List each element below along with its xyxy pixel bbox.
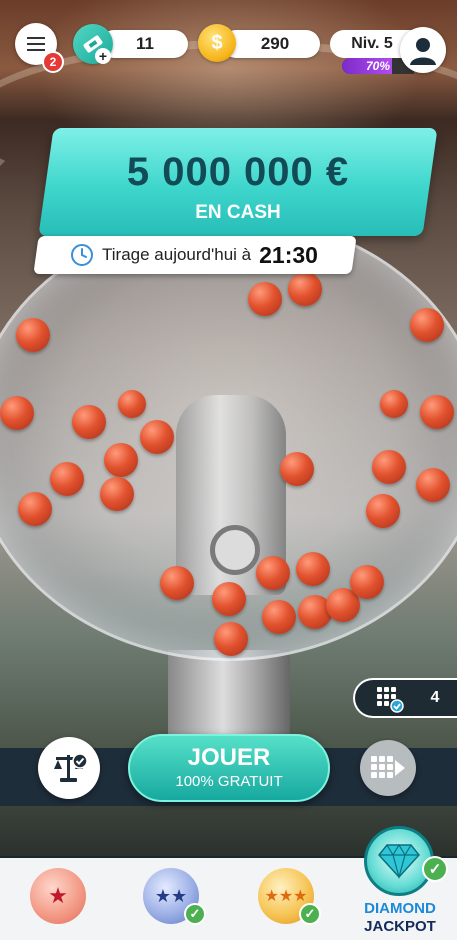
lottery-ball [212, 582, 246, 616]
check-icon: ✓ [299, 903, 321, 925]
lottery-ball [280, 452, 314, 486]
check-icon: ✓ [422, 856, 448, 882]
lottery-ball [140, 420, 174, 454]
hamburger-icon [27, 33, 45, 55]
one-star-ball-icon[interactable]: ★ [30, 868, 86, 924]
jackpot-label: JACKPOT [364, 918, 436, 935]
coin-icon: $ [198, 24, 236, 62]
diamond-label: DIAMOND [364, 900, 436, 917]
lottery-ball [50, 462, 84, 496]
draw-label: Tirage aujourd'hui à [102, 245, 252, 264]
lottery-ball [350, 565, 384, 599]
avatar[interactable] [400, 27, 446, 73]
lottery-ball [416, 468, 450, 502]
lottery-ball [16, 318, 50, 352]
grid-icon [377, 687, 404, 713]
lottery-ball [104, 443, 138, 477]
tickets-count: 11 [136, 34, 154, 53]
lottery-ball [248, 282, 282, 316]
scale-icon [54, 753, 88, 782]
lottery-ball [296, 552, 330, 586]
lottery-ball [72, 405, 106, 439]
diamond-icon [378, 843, 420, 879]
grid-arrow-icon [371, 756, 405, 778]
lottery-ball [256, 556, 290, 590]
draw-time: 21:30 [259, 241, 318, 268]
lottery-ball [420, 395, 454, 429]
user-icon [410, 38, 436, 65]
quick-grid-button[interactable] [360, 740, 416, 796]
draw-time-row: Tirage aujourd'hui à 21:30 [70, 236, 360, 274]
lottery-ball [366, 494, 400, 528]
grids-count: 4 [430, 689, 440, 706]
lottery-ball [262, 600, 296, 634]
play-button-label: JOUER [187, 744, 271, 771]
notification-badge: 2 [42, 51, 64, 73]
lottery-ball [118, 390, 146, 418]
lottery-ball [410, 308, 444, 342]
coins-count: 290 [260, 34, 290, 53]
check-icon: ✓ [184, 903, 206, 925]
jackpot-subtitle: EN CASH [195, 202, 281, 223]
add-ticket-icon[interactable]: + [95, 48, 111, 64]
clock-icon [71, 244, 93, 266]
lottery-ball [160, 566, 194, 600]
mixer-hole [210, 525, 260, 575]
compare-button[interactable] [38, 737, 100, 799]
lottery-ball [214, 622, 248, 656]
lottery-ball [0, 396, 34, 430]
lottery-ball [288, 272, 322, 306]
lottery-ball [100, 477, 134, 511]
play-button-sublabel: 100% GRATUIT [175, 773, 283, 790]
jackpot-amount: 5 000 000 € [126, 150, 350, 194]
lottery-ball [18, 492, 52, 526]
lottery-ball [372, 450, 406, 484]
lottery-ball [380, 390, 408, 418]
